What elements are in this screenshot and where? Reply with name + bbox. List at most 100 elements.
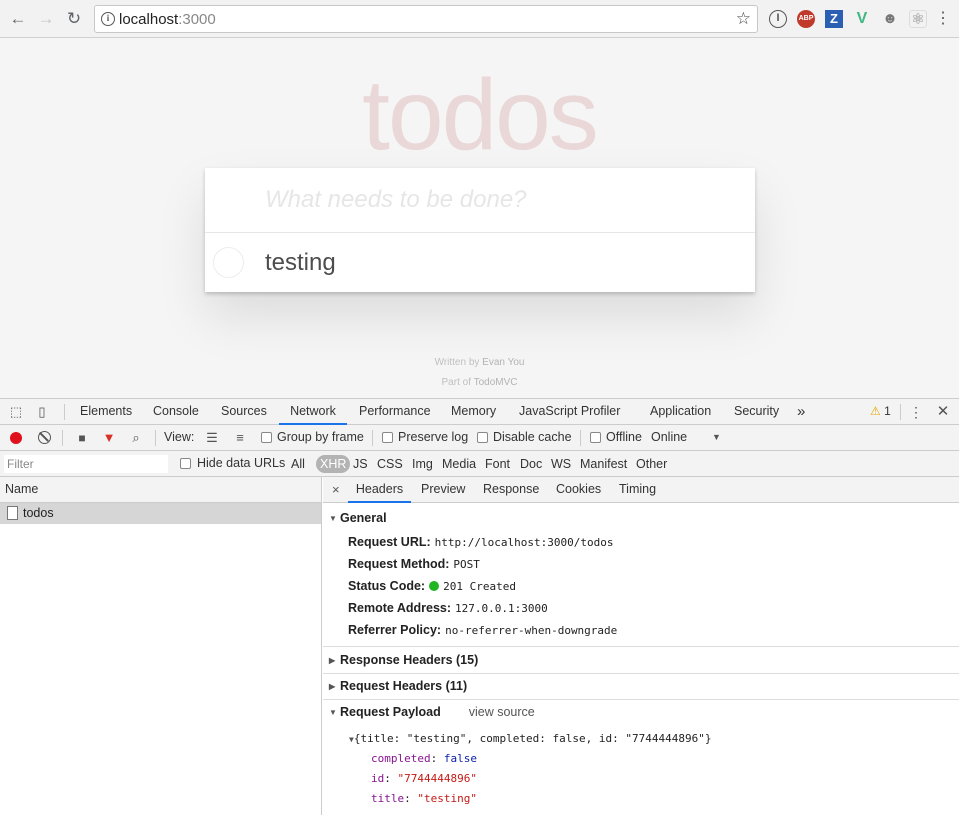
general-section-toggle[interactable]: ▼ General [329,511,387,525]
chevron-down-icon[interactable]: ▼ [712,425,721,451]
tab-preview[interactable]: Preview [421,477,465,503]
throttling-select[interactable]: Online [651,425,687,451]
offline-label[interactable]: Offline [606,425,642,451]
tab-network[interactable]: Network [279,399,347,425]
payload-field: completed: false [371,752,477,765]
browser-menu-icon[interactable]: ⋮ [935,9,951,29]
overview-icon[interactable]: ≡ [232,430,248,446]
todomvc-link[interactable]: TodoMVC [474,377,518,388]
tab-timing[interactable]: Timing [619,477,656,503]
document-icon [7,506,18,520]
extension-react-icon[interactable]: ⚛ [909,10,927,28]
tab-cookies[interactable]: Cookies [556,477,601,503]
reload-icon[interactable]: ↻ [64,9,84,29]
tab-response[interactable]: Response [483,477,539,503]
devtools-panel: ⬚ ▯ Elements Console Sources Network Per… [0,398,959,815]
warning-counter[interactable]: ⚠ 1 [870,399,891,425]
browser-toolbar: ← → ↻ i localhost:3000 ☆ I ABP Z V ☻ ⚛ ⋮ [0,0,959,38]
response-headers-toggle[interactable]: ▶ Response Headers (15) [329,653,478,667]
address-bar[interactable]: i localhost:3000 ☆ [94,5,758,33]
todo-toggle-checkbox[interactable] [213,247,244,278]
back-arrow-icon[interactable]: ← [8,9,28,29]
remote-address-row: Remote Address: 127.0.0.1:3000 [348,601,548,615]
bookmark-star-icon[interactable]: ☆ [736,9,751,29]
hide-data-urls-checkbox[interactable] [180,458,191,469]
offline-checkbox[interactable] [590,432,601,443]
tab-javascript-profiler[interactable]: JavaScript Profiler [519,399,620,425]
preserve-log-label[interactable]: Preserve log [398,425,468,451]
warning-icon: ⚠ [870,404,881,418]
tab-console[interactable]: Console [153,399,199,425]
filter-manifest[interactable]: Manifest [578,455,629,473]
request-payload-toggle[interactable]: ▼ Request Payload view source [329,705,535,719]
filter-css[interactable]: CSS [375,455,405,473]
extension-vue-icon[interactable]: V [853,10,871,28]
extension-ghost-icon[interactable]: ☻ [881,10,899,28]
footer-written-by: Written by Evan You [434,357,525,368]
request-method-row: Request Method: POST [348,557,480,571]
disable-cache-checkbox[interactable] [477,432,488,443]
request-headers-toggle[interactable]: ▶ Request Headers (11) [329,679,467,693]
filter-media[interactable]: Media [440,455,478,473]
filter-toolbar: Hide data URLs All XHR JS CSS Img Media … [0,451,959,477]
tab-headers[interactable]: Headers [348,477,411,503]
triangle-right-icon: ▶ [329,682,336,691]
large-rows-icon[interactable]: ☰ [204,430,220,446]
view-source-link[interactable]: view source [469,705,535,719]
tab-memory[interactable]: Memory [451,399,496,425]
tab-application[interactable]: Application [650,399,711,425]
filter-input[interactable] [4,455,168,473]
network-toolbar: ■ ▼ ⌕ View: ☰ ≡ Group by frame Preserve … [0,425,959,451]
preserve-log-checkbox[interactable] [382,432,393,443]
detail-tabbar: × Headers Preview Response Cookies Timin… [323,477,959,503]
clear-icon[interactable] [38,431,51,444]
triangle-down-icon: ▼ [329,514,337,523]
filter-doc[interactable]: Doc [518,455,544,473]
close-devtools-icon[interactable]: ✕ [935,404,951,420]
tab-performance[interactable]: Performance [359,399,431,425]
group-by-frame-checkbox[interactable] [261,432,272,443]
more-tabs-button[interactable]: » [797,399,805,425]
inspect-element-icon[interactable]: ⬚ [8,404,24,420]
divider [323,673,959,674]
tab-sources[interactable]: Sources [221,399,267,425]
filter-img[interactable]: Img [410,455,435,473]
group-by-frame-label[interactable]: Group by frame [277,425,364,451]
triangle-down-icon: ▼ [329,708,337,717]
request-url-row: Request URL: http://localhost:3000/todos [348,535,614,549]
search-icon[interactable]: ⌕ [128,430,144,446]
todo-label[interactable]: testing [265,249,336,277]
name-column-header[interactable]: Name [0,477,321,503]
todo-item: testing [205,233,755,292]
filter-ws[interactable]: WS [549,455,573,473]
page-viewport: todos testing Written by Evan You Part o… [0,38,959,398]
devtools-menu-icon[interactable]: ⋮ [908,404,924,420]
request-list: Name todos [0,477,322,815]
filter-font[interactable]: Font [483,455,512,473]
close-detail-icon[interactable]: × [332,477,340,502]
author-link[interactable]: Evan You [482,357,524,368]
filter-js[interactable]: JS [351,455,370,473]
record-icon[interactable] [10,432,22,444]
tab-elements[interactable]: Elements [80,399,132,425]
new-todo-input[interactable] [205,168,755,233]
filter-all[interactable]: All [289,455,307,473]
filter-other[interactable]: Other [634,455,669,473]
device-toolbar-icon[interactable]: ▯ [34,404,50,420]
screenshot-camera-icon[interactable]: ■ [74,430,90,446]
extension-adblock-icon[interactable]: ABP [797,10,815,28]
divider [323,646,959,647]
extension-zotero-icon[interactable]: Z [825,10,843,28]
payload-summary[interactable]: ▼{title: "testing", completed: false, id… [349,732,711,745]
request-detail: × Headers Preview Response Cookies Timin… [323,477,959,815]
extension-1password-icon[interactable]: I [769,10,787,28]
hide-data-urls-label[interactable]: Hide data URLs [197,451,285,477]
tab-security[interactable]: Security [734,399,779,425]
filter-xhr[interactable]: XHR [316,455,351,473]
request-row[interactable]: todos [0,503,321,524]
filter-funnel-icon[interactable]: ▼ [101,430,117,446]
info-icon[interactable]: i [101,12,115,26]
disable-cache-label[interactable]: Disable cache [493,425,572,451]
divider [323,699,959,700]
forward-arrow-icon[interactable]: → [36,9,56,29]
